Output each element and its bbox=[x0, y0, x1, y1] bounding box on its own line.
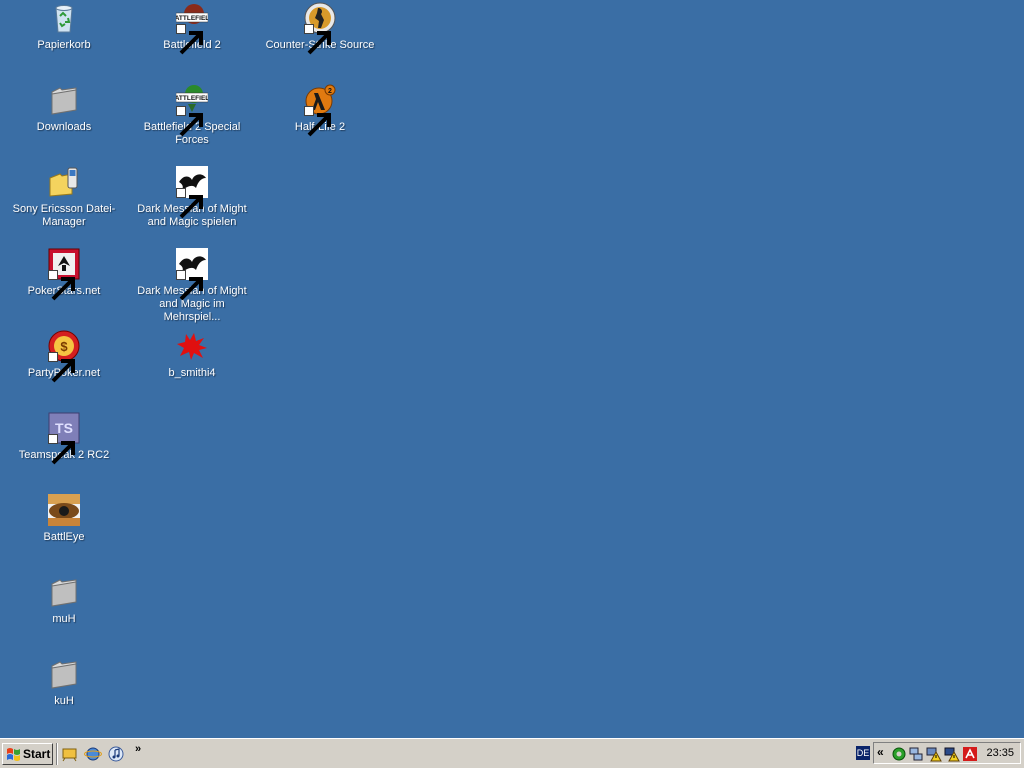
show-desktop-icon bbox=[62, 748, 77, 762]
language-indicator[interactable]: DE bbox=[856, 746, 870, 760]
desktop-icon-battlefield-2-sf[interactable]: BATTLEFIELD Battlefield 2 Special Forces bbox=[128, 84, 256, 164]
windows-logo-icon bbox=[7, 748, 20, 761]
desktop-icon-dark-messiah-multiplayer[interactable]: Dark Messiah of Might and Magic im Mehrs… bbox=[128, 248, 256, 328]
battlefield-sf-icon: BATTLEFIELD bbox=[176, 84, 208, 137]
clock[interactable]: 23:35 bbox=[986, 747, 1014, 759]
quicklaunch-show-desktop[interactable] bbox=[61, 746, 79, 762]
recycle-bin-icon bbox=[48, 2, 80, 34]
desktop-icon-label: muH bbox=[52, 613, 76, 625]
desktop-icon-kuh[interactable]: kuH bbox=[0, 658, 128, 738]
system-tray: « 23:35 bbox=[873, 742, 1021, 764]
start-label: Start bbox=[23, 747, 51, 761]
desktop-icon-label: b_smithi4 bbox=[168, 367, 216, 379]
taskbar: Start » DE « 23:35 bbox=[0, 738, 1024, 768]
quicklaunch-more-button[interactable]: » bbox=[135, 743, 141, 755]
desktop-icon-teamspeak[interactable]: TS Teamspeak 2 RC2 bbox=[0, 412, 128, 492]
tray-expand-button[interactable]: « bbox=[877, 745, 884, 759]
desktop-icon-label: kuH bbox=[54, 695, 74, 707]
folder-icon bbox=[48, 658, 80, 690]
tray-antivirus-icon[interactable] bbox=[962, 746, 978, 762]
red-splat-icon bbox=[176, 330, 208, 362]
dark-messiah-icon bbox=[176, 166, 208, 219]
browser-icon bbox=[84, 747, 102, 761]
desktop-icon-papierkorb[interactable]: Papierkorb bbox=[0, 2, 128, 82]
quicklaunch-internet-explorer[interactable] bbox=[84, 746, 102, 762]
shortcut-arrow-icon bbox=[304, 24, 331, 55]
desktop-icon-b-smithi4[interactable]: b_smithi4 bbox=[128, 330, 256, 410]
svg-text:BATTLEFIELD: BATTLEFIELD bbox=[176, 95, 208, 102]
tray-green-gear-icon[interactable] bbox=[891, 746, 907, 762]
desktop-icon-partypoker[interactable]: $ PartyPoker.net bbox=[0, 330, 128, 410]
desktop-icon-half-life-2[interactable]: 2 Half-Life 2 bbox=[256, 84, 384, 164]
shortcut-arrow-icon bbox=[304, 106, 331, 137]
half-life-icon: 2 bbox=[304, 84, 336, 137]
battleye-icon bbox=[48, 494, 80, 526]
shortcut-arrow-icon bbox=[48, 434, 75, 465]
svg-text:2: 2 bbox=[328, 88, 332, 95]
desktop-icon-downloads[interactable]: Downloads bbox=[0, 84, 128, 164]
partypoker-icon: $ bbox=[48, 330, 80, 383]
desktop-icon-label: Downloads bbox=[36, 121, 92, 133]
taskbar-divider bbox=[56, 743, 58, 765]
pokerstars-icon bbox=[48, 248, 80, 301]
desktop-icon-muh[interactable]: muH bbox=[0, 576, 128, 656]
tray-network-icon[interactable] bbox=[908, 746, 924, 762]
shortcut-arrow-icon bbox=[176, 188, 203, 219]
shortcut-arrow-icon bbox=[48, 270, 75, 301]
tray-network-warning-icon[interactable] bbox=[926, 746, 942, 762]
desktop-icon-pokerstars[interactable]: PokerStars.net bbox=[0, 248, 128, 328]
svg-text:BATTLEFIELD: BATTLEFIELD bbox=[176, 15, 208, 22]
desktop-icon-label: Papierkorb bbox=[37, 39, 91, 51]
shortcut-arrow-icon bbox=[48, 352, 75, 383]
battlefield-icon: BATTLEFIELD bbox=[176, 2, 208, 55]
desktop-icon-battleye[interactable]: BattlEye bbox=[0, 494, 128, 574]
tray-security-warning-icon[interactable] bbox=[944, 746, 960, 762]
desktop-icon-dark-messiah[interactable]: Dark Messiah of Might and Magic spielen bbox=[128, 166, 256, 246]
start-button[interactable]: Start bbox=[2, 743, 53, 765]
svg-text:$: $ bbox=[60, 339, 68, 354]
shortcut-arrow-icon bbox=[176, 24, 203, 55]
folder-icon bbox=[48, 84, 80, 116]
counter-strike-icon bbox=[304, 2, 336, 55]
sony-ericsson-icon bbox=[48, 166, 80, 198]
shortcut-arrow-icon bbox=[176, 106, 203, 137]
desktop[interactable]: Papierkorb Downloads Sony Ericsson Datei… bbox=[0, 0, 1024, 738]
desktop-icon-label: Sony Ericsson Datei-Manager bbox=[12, 203, 116, 228]
shortcut-arrow-icon bbox=[176, 270, 203, 301]
desktop-icon-battlefield-2[interactable]: BATTLEFIELD Battlefield 2 bbox=[128, 2, 256, 82]
folder-icon bbox=[48, 576, 80, 608]
teamspeak-icon: TS bbox=[48, 412, 80, 465]
desktop-icon-sony-ericsson[interactable]: Sony Ericsson Datei-Manager bbox=[0, 166, 128, 246]
quicklaunch-itunes[interactable] bbox=[107, 746, 125, 762]
desktop-icon-counter-strike-source[interactable]: Counter-Strike Source bbox=[256, 2, 384, 82]
dark-messiah-icon bbox=[176, 248, 208, 301]
music-note-icon bbox=[108, 746, 124, 762]
desktop-icon-label: BattlEye bbox=[43, 531, 85, 543]
